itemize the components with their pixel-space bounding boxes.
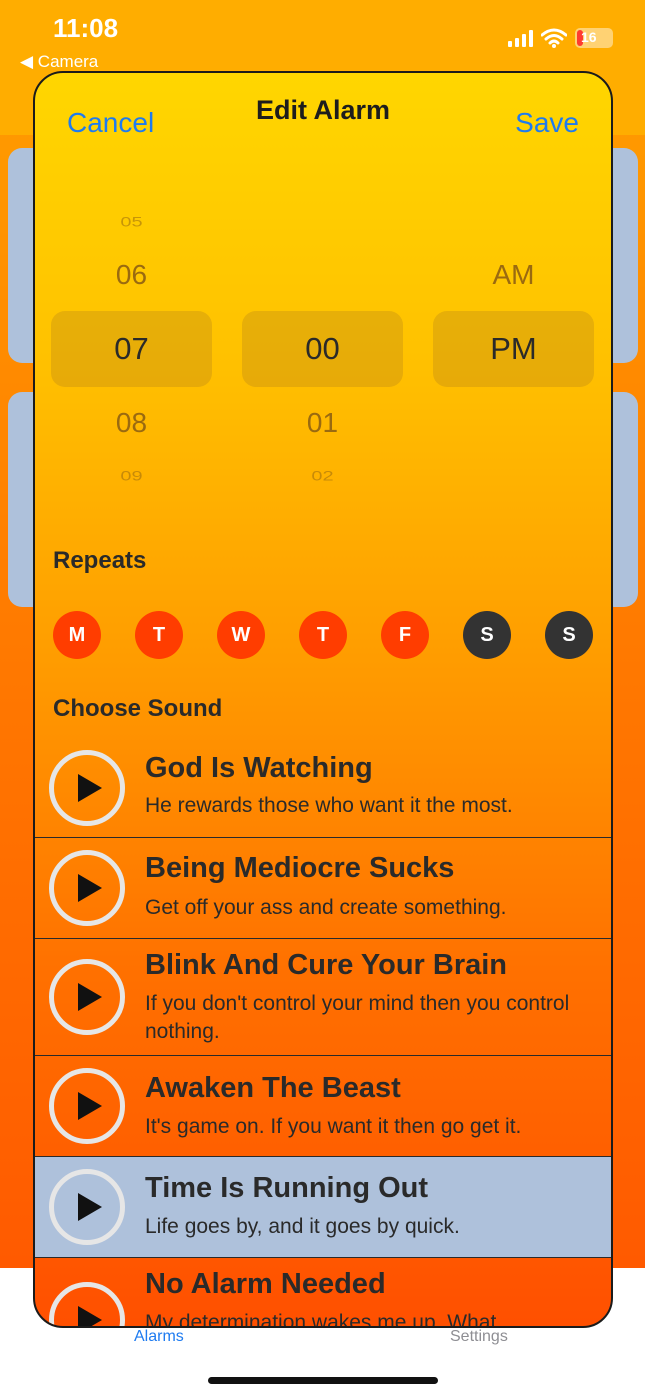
home-indicator	[208, 1377, 438, 1384]
day-toggle-saturday[interactable]: S	[463, 611, 511, 659]
battery-level: 16	[581, 29, 597, 45]
sound-description: It's game on. If you want it then go get…	[145, 1115, 522, 1138]
sound-row-selected[interactable]: Time Is Running Out Life goes by, and it…	[35, 1157, 611, 1258]
save-button[interactable]: Save	[515, 107, 579, 139]
play-icon[interactable]	[49, 959, 125, 1035]
day-toggle-monday[interactable]: M	[53, 611, 101, 659]
sound-title: Awaken The Beast	[145, 1072, 401, 1104]
sound-description: My determination wakes me up. What	[145, 1311, 497, 1328]
sound-description: He rewards those who want it the most.	[145, 794, 513, 817]
sound-list: God Is Watching He rewards those who wan…	[35, 738, 611, 1328]
edit-alarm-sheet: Cancel Edit Alarm Save 05 06 07 08 09 00…	[33, 71, 613, 1328]
period-selected[interactable]: PM	[433, 331, 594, 367]
minute-option[interactable]: 01	[242, 407, 403, 439]
hour-option[interactable]: 08	[51, 407, 212, 439]
sound-title: Being Mediocre Sucks	[145, 852, 455, 884]
day-toggle-friday[interactable]: F	[381, 611, 429, 659]
hour-option[interactable]: 06	[51, 259, 212, 291]
sound-description: Life goes by, and it goes by quick.	[145, 1215, 460, 1238]
sound-row[interactable]: Blink And Cure Your Brain If you don't c…	[35, 939, 611, 1056]
period-option[interactable]: AM	[433, 259, 594, 291]
sound-title: Time Is Running Out	[145, 1172, 429, 1204]
minute-selected[interactable]: 00	[242, 331, 403, 367]
sound-description: If you don't control your mind then you …	[145, 992, 570, 1043]
day-toggle-sunday[interactable]: S	[545, 611, 593, 659]
status-icons: 16	[508, 28, 613, 48]
sound-description: Get off your ass and create something.	[145, 896, 507, 919]
status-time: 11:08	[53, 13, 119, 43]
sound-title: No Alarm Needed	[145, 1268, 386, 1300]
sound-row[interactable]: Being Mediocre Sucks Get off your ass an…	[35, 838, 611, 939]
play-icon[interactable]	[49, 1068, 125, 1144]
sound-row[interactable]: God Is Watching He rewards those who wan…	[35, 738, 611, 838]
hour-selected[interactable]: 07	[51, 331, 212, 367]
choose-sound-label: Choose Sound	[53, 695, 223, 722]
wifi-icon	[541, 28, 567, 48]
hour-option[interactable]: 05	[51, 214, 212, 230]
sound-title: God Is Watching	[145, 752, 373, 784]
hour-option[interactable]: 09	[51, 468, 212, 484]
minute-option[interactable]: 02	[242, 468, 403, 484]
play-icon[interactable]	[49, 850, 125, 926]
back-to-camera-link[interactable]: ◀ Camera	[20, 52, 98, 72]
play-icon[interactable]	[49, 750, 125, 826]
repeats-label: Repeats	[53, 547, 147, 574]
play-icon[interactable]	[49, 1282, 125, 1326]
sound-row[interactable]: No Alarm Needed My determination wakes m…	[35, 1258, 611, 1328]
sound-title: Blink And Cure Your Brain	[145, 949, 508, 981]
tab-alarms[interactable]: Alarms	[134, 1328, 184, 1346]
tab-settings[interactable]: Settings	[450, 1328, 508, 1346]
status-bar: 11:08 ◀ Camera 16	[0, 0, 645, 72]
play-icon[interactable]	[49, 1169, 125, 1245]
cellular-signal-icon	[508, 29, 533, 47]
day-toggle-tuesday[interactable]: T	[135, 611, 183, 659]
day-toggle-wednesday[interactable]: W	[217, 611, 265, 659]
sound-row[interactable]: Awaken The Beast It's game on. If you wa…	[35, 1056, 611, 1157]
day-toggle-thursday[interactable]: T	[299, 611, 347, 659]
battery-icon: 16	[575, 28, 613, 48]
